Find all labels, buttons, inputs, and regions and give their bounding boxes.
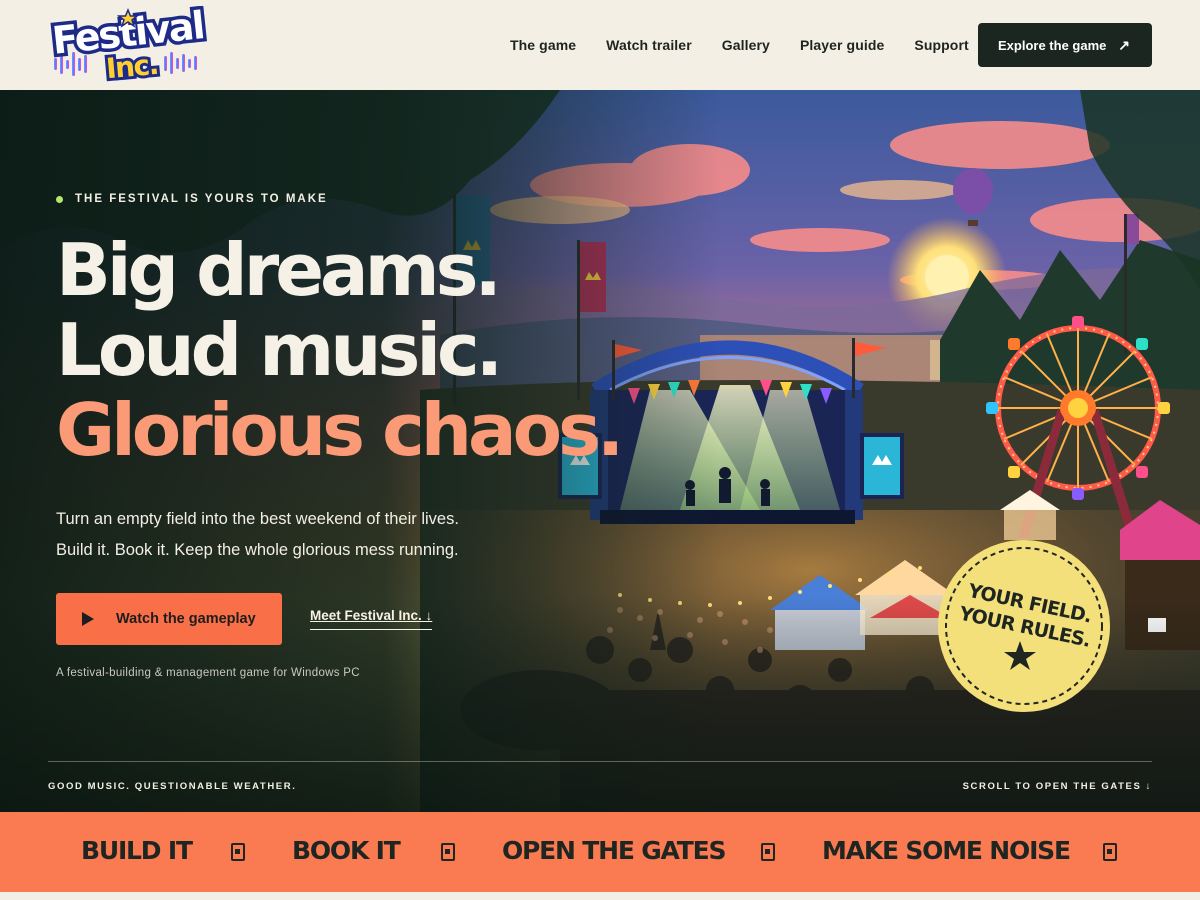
headline-line-2: Loud music. [56, 308, 503, 392]
marquee-item: OPEN THE GATES [502, 836, 727, 865]
ticket-icon [761, 843, 775, 861]
hero-divider [48, 761, 1152, 762]
nav-support[interactable]: Support [914, 37, 968, 53]
marquee-item: BUILD IT [81, 836, 193, 865]
meet-festival-link[interactable]: Meet Festival Inc. ↓ [310, 608, 433, 630]
arrow-up-right-icon: ↗ [1118, 36, 1130, 53]
nav-gallery[interactable]: Gallery [722, 37, 770, 53]
marquee-item: MAKE SOME NOISE [822, 836, 1071, 865]
hero-headline: Big dreams. Loud music. Glorious chaos. [56, 228, 624, 472]
hero-eyebrow: THE FESTIVAL IS YOURS TO MAKE [56, 193, 328, 205]
site-header: Festival Inc. The game Watch trailer Gal… [0, 0, 1200, 90]
nav-the-game[interactable]: The game [510, 37, 576, 53]
hero-subtitle: Turn an empty field into the best weeken… [56, 504, 459, 566]
ticket-icon [441, 843, 455, 861]
scroll-hint[interactable]: SCROLL TO OPEN THE GATES ↓ [963, 781, 1152, 792]
marquee-item: BOOK IT [292, 836, 401, 865]
eyebrow-text: THE FESTIVAL IS YOURS TO MAKE [75, 193, 328, 205]
headline-line-3: Glorious chaos. [56, 388, 624, 472]
headline-line-1: Big dreams. [56, 228, 502, 312]
play-icon [82, 612, 94, 626]
subtitle-line-2: Build it. Book it. Keep the whole glorio… [56, 541, 459, 559]
nav-player-guide[interactable]: Player guide [800, 37, 884, 53]
marquee-band: BUILD IT BOOK IT OPEN THE GATES MAKE SOM… [0, 812, 1200, 892]
page-bottom-strip [0, 892, 1200, 900]
nav-watch-trailer[interactable]: Watch trailer [606, 37, 692, 53]
subtitle-line-1: Turn an empty field into the best weeken… [56, 510, 459, 528]
ticket-icon [1103, 843, 1117, 861]
festival-inc-logo[interactable]: Festival Inc. [46, 6, 211, 84]
your-field-badge: YOUR FIELD. YOUR RULES. [938, 540, 1110, 712]
main-nav: The game Watch trailer Gallery Player gu… [510, 0, 999, 90]
watch-gameplay-button[interactable]: Watch the gameplay [56, 593, 282, 645]
svg-text:Inc.: Inc. [105, 48, 159, 84]
ticket-icon [231, 843, 245, 861]
platform-note: A festival-building & management game fo… [56, 667, 360, 679]
hero-tagline: GOOD MUSIC. QUESTIONABLE WEATHER. [48, 781, 297, 792]
hero-section: THE FESTIVAL IS YOURS TO MAKE Big dreams… [0, 90, 1200, 812]
explore-game-label: Explore the game [998, 37, 1107, 53]
watch-gameplay-label: Watch the gameplay [116, 611, 256, 627]
status-dot-icon [56, 195, 63, 203]
explore-game-button[interactable]: Explore the game ↗ [978, 23, 1152, 67]
